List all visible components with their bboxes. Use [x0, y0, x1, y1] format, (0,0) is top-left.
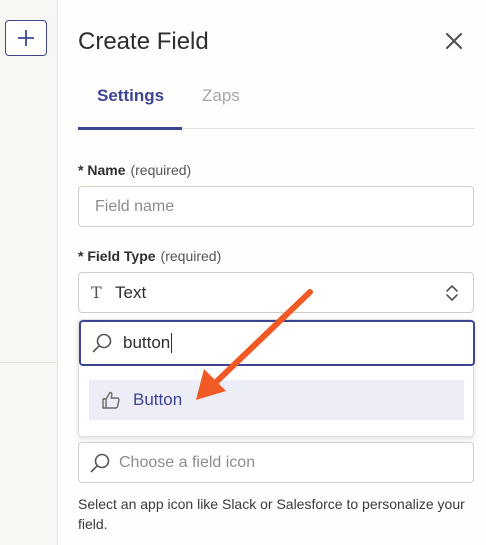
chevron-updown-icon [446, 285, 458, 301]
name-input[interactable]: Field name [78, 186, 474, 227]
field-icon-picker[interactable]: Choose a field icon [78, 442, 474, 483]
tab-zaps[interactable]: Zaps [202, 86, 240, 106]
field-type-search-input[interactable]: button [79, 320, 475, 366]
field-type-label: * Field Type (required) [78, 248, 221, 264]
field-type-select[interactable]: T Text [78, 272, 474, 313]
name-label: * Name (required) [78, 162, 191, 178]
name-required-note: (required) [130, 162, 192, 178]
tab-settings[interactable]: Settings [97, 86, 164, 106]
panel-title: Create Field [78, 28, 209, 55]
plus-icon [18, 30, 34, 46]
sidebar-divider [0, 362, 57, 363]
active-tab-indicator [78, 127, 182, 130]
add-button[interactable] [5, 20, 47, 56]
text-type-icon: T [91, 283, 102, 302]
field-type-required-note: (required) [160, 248, 222, 264]
dropdown-option-label: Button [133, 390, 183, 409]
dropdown-option-button[interactable]: Button [89, 380, 464, 420]
field-type-value: Text [115, 282, 147, 302]
field-type-dropdown: button Button [78, 319, 475, 437]
name-placeholder: Field name [95, 197, 175, 215]
close-icon[interactable] [444, 31, 464, 51]
left-sidebar [0, 0, 58, 545]
create-field-panel: Create Field Settings Zaps * Name (requir… [58, 0, 486, 545]
search-icon [92, 333, 112, 353]
tab-divider [182, 128, 475, 129]
search-icon [90, 453, 110, 472]
thumbs-up-icon [102, 391, 120, 409]
field-icon-placeholder: Choose a field icon [119, 453, 256, 471]
field-type-label-text: * Field Type [78, 248, 156, 264]
field-icon-help-text: Select an app icon like Slack or Salesfo… [78, 496, 465, 532]
search-value: button [123, 332, 173, 354]
name-label-text: * Name [78, 162, 126, 178]
